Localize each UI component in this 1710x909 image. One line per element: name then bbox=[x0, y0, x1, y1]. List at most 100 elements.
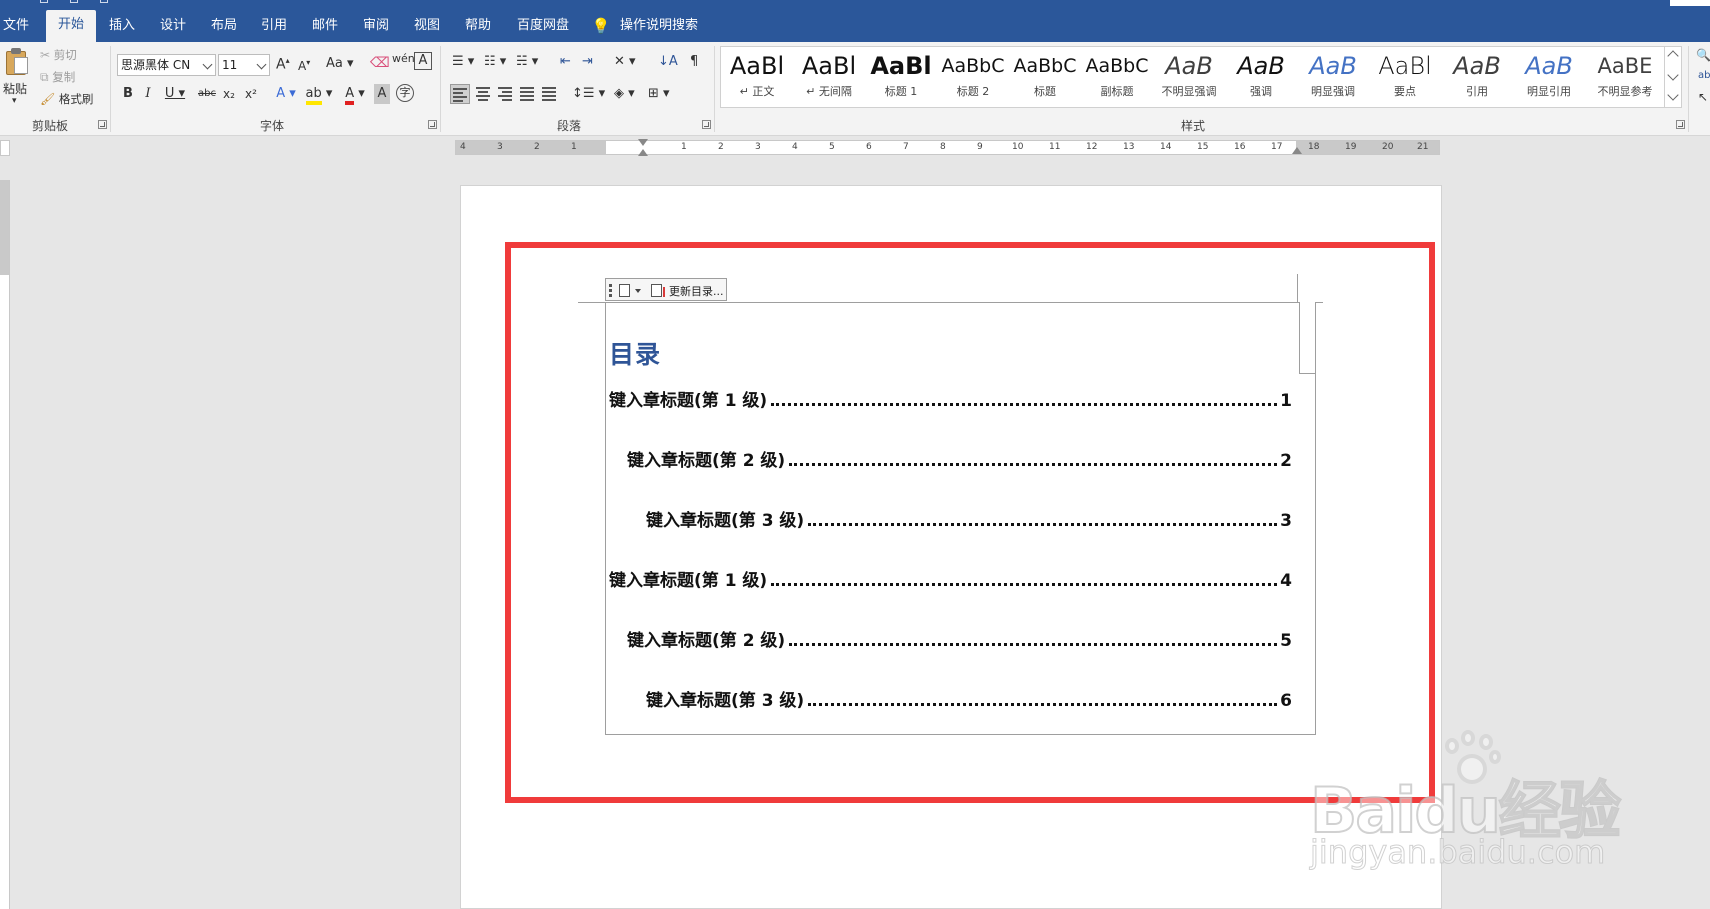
ruler-number: 1 bbox=[681, 142, 687, 152]
style-name: 明显引用 bbox=[1527, 85, 1571, 98]
style-no-spacing[interactable]: AaBl ↵ 无间隔 bbox=[793, 47, 865, 107]
qat-icon[interactable] bbox=[40, 0, 48, 3]
style-emphasis[interactable]: AaB 强调 bbox=[1225, 47, 1297, 107]
style-name: 要点 bbox=[1394, 85, 1416, 98]
styles-gallery-scroll[interactable] bbox=[1664, 46, 1682, 108]
tab-mailings[interactable]: 邮件 bbox=[307, 12, 343, 42]
hanging-indent-marker[interactable] bbox=[638, 149, 648, 156]
font-family-select[interactable]: 思源黑体 CN bbox=[117, 54, 216, 76]
styles-group-label: 样式 bbox=[1180, 119, 1205, 133]
style-normal[interactable]: AaBl ↵ 正文 bbox=[721, 47, 793, 107]
tab-help[interactable]: 帮助 bbox=[460, 12, 496, 42]
group-separator bbox=[1688, 46, 1689, 132]
style-subtle-reference[interactable]: AaBE 不明显参考 bbox=[1585, 47, 1665, 107]
justify-icon[interactable] bbox=[518, 84, 538, 104]
shading-icon[interactable]: ◈ ▾ bbox=[614, 86, 635, 101]
baidu-jingyan-watermark: Baidu经验 jingyan.baidu.com bbox=[1309, 725, 1640, 875]
italic-icon[interactable]: I bbox=[140, 84, 156, 104]
sort-icon[interactable]: ↓A bbox=[658, 54, 678, 69]
decrease-indent-icon[interactable]: ⇤ bbox=[560, 54, 571, 69]
qat-icon[interactable] bbox=[100, 0, 108, 3]
increase-indent-icon[interactable]: ⇥ bbox=[582, 54, 593, 69]
paste-button[interactable]: 粘贴 ▾ bbox=[0, 42, 34, 112]
paragraph-dialog-launcher[interactable] bbox=[702, 120, 711, 129]
tab-view[interactable]: 视图 bbox=[409, 12, 445, 42]
multilevel-list-icon[interactable]: ☵ ▾ bbox=[516, 54, 538, 69]
borders-icon[interactable]: ⊞ ▾ bbox=[648, 86, 670, 101]
align-right-icon[interactable] bbox=[496, 84, 516, 104]
ruler-number: 2 bbox=[534, 142, 540, 152]
style-intense-quote[interactable]: AaB 明显引用 bbox=[1513, 47, 1585, 107]
copy-button[interactable]: ⧉ 复制 bbox=[40, 69, 75, 85]
cut-button[interactable]: ✂ 剪切 bbox=[40, 47, 77, 63]
ruler-number: 18 bbox=[1308, 142, 1320, 152]
tab-review[interactable]: 审阅 bbox=[358, 12, 394, 42]
replace-icon[interactable]: ab bbox=[1698, 70, 1710, 81]
shrink-font-icon[interactable]: A▾ bbox=[298, 58, 310, 73]
style-subtitle[interactable]: AaBbC 副标题 bbox=[1081, 47, 1153, 107]
bold-icon[interactable]: B bbox=[120, 84, 136, 104]
horizontal-ruler[interactable]: 4 3 2 1 1 2 3 4 5 6 7 8 9 10 11 12 13 14… bbox=[455, 139, 1440, 156]
line-spacing-icon[interactable]: ↕☰ ▾ bbox=[572, 86, 605, 101]
show-marks-icon[interactable]: ¶ bbox=[690, 54, 698, 69]
style-heading-1[interactable]: AaBl 标题 1 bbox=[865, 47, 937, 107]
tab-baidu-netdisk[interactable]: 百度网盘 bbox=[512, 12, 574, 42]
vertical-ruler[interactable] bbox=[0, 180, 10, 909]
font-size-select[interactable]: 11 bbox=[218, 54, 270, 76]
styles-gallery: AaBl ↵ 正文 AaBl ↵ 无间隔 AaBl 标题 1 AaBbC 标题 2 Aa… bbox=[720, 46, 1666, 108]
phonetic-guide-icon[interactable]: wén bbox=[392, 52, 415, 65]
bullets-icon[interactable]: ☰ ▾ bbox=[452, 54, 474, 69]
tell-me-search[interactable]: 操作说明搜索 bbox=[616, 12, 702, 42]
style-subtle-emphasis[interactable]: AaB 不明显强调 bbox=[1153, 47, 1225, 107]
font-color-icon[interactable]: A ▾ bbox=[340, 84, 370, 105]
character-border-icon[interactable]: A bbox=[414, 52, 432, 70]
chinese-layout-icon[interactable]: ✕ ▾ bbox=[614, 54, 636, 69]
underline-icon[interactable]: U ▾ bbox=[162, 84, 188, 104]
character-shading-icon[interactable]: A bbox=[374, 84, 390, 104]
tab-file[interactable]: 文件 bbox=[0, 12, 32, 42]
find-icon[interactable]: 🔍 bbox=[1696, 48, 1710, 62]
tab-insert[interactable]: 插入 bbox=[104, 12, 140, 42]
more-icon[interactable] bbox=[1667, 89, 1679, 101]
style-name: ↵ 正文 bbox=[739, 85, 775, 98]
clear-formatting-icon[interactable]: ⌫ bbox=[370, 55, 390, 71]
style-strong[interactable]: AaBl 要点 bbox=[1369, 47, 1441, 107]
distributed-icon[interactable] bbox=[540, 84, 560, 104]
style-intense-emphasis[interactable]: AaB 明显强调 bbox=[1297, 47, 1369, 107]
align-left-icon[interactable] bbox=[450, 84, 470, 104]
enclose-characters-icon[interactable]: 字 bbox=[396, 84, 414, 102]
align-center-icon[interactable] bbox=[474, 84, 494, 104]
style-sample: AaB bbox=[1309, 52, 1357, 80]
qat-icon[interactable] bbox=[70, 0, 78, 3]
tab-references[interactable]: 引用 bbox=[256, 12, 292, 42]
ruler-number: 10 bbox=[1012, 142, 1024, 152]
right-indent-marker[interactable] bbox=[1292, 147, 1302, 154]
tab-home[interactable]: 开始 bbox=[46, 10, 96, 42]
styles-dialog-launcher[interactable] bbox=[1676, 120, 1685, 129]
grow-font-icon[interactable]: A▴ bbox=[276, 56, 290, 73]
text-effects-icon[interactable]: A ▾ bbox=[272, 84, 300, 104]
style-sample: AaB bbox=[1525, 52, 1573, 80]
paste-dropdown-icon[interactable]: ▾ bbox=[12, 96, 17, 106]
strikethrough-icon[interactable]: abc bbox=[196, 84, 218, 104]
style-quote[interactable]: AaB 引用 bbox=[1441, 47, 1513, 107]
chevron-down-icon[interactable] bbox=[1667, 69, 1679, 81]
superscript-icon[interactable]: x² bbox=[242, 84, 260, 104]
select-icon[interactable]: ↖ bbox=[1698, 90, 1708, 104]
style-heading-2[interactable]: AaBbC 标题 2 bbox=[937, 47, 1009, 107]
chevron-up-icon[interactable] bbox=[1667, 50, 1679, 62]
first-line-indent-marker[interactable] bbox=[638, 139, 648, 146]
format-painter-button[interactable]: 🖌 格式刷 bbox=[40, 91, 93, 107]
change-case-icon[interactable]: Aa ▾ bbox=[326, 56, 354, 71]
tab-layout[interactable]: 布局 bbox=[206, 12, 242, 42]
highlight-color-icon[interactable]: ab ▾ bbox=[304, 84, 334, 105]
numbering-icon[interactable]: ☷ ▾ bbox=[484, 54, 506, 69]
style-title[interactable]: AaBbC 标题 bbox=[1009, 47, 1081, 107]
font-dialog-launcher[interactable] bbox=[428, 120, 437, 129]
style-name: 强调 bbox=[1250, 85, 1272, 98]
tab-design[interactable]: 设计 bbox=[155, 12, 191, 42]
font-group-label: 字体 bbox=[259, 119, 284, 133]
style-sample: AaB bbox=[1453, 52, 1501, 80]
subscript-icon[interactable]: x₂ bbox=[220, 84, 238, 104]
clipboard-dialog-launcher[interactable] bbox=[98, 120, 107, 129]
